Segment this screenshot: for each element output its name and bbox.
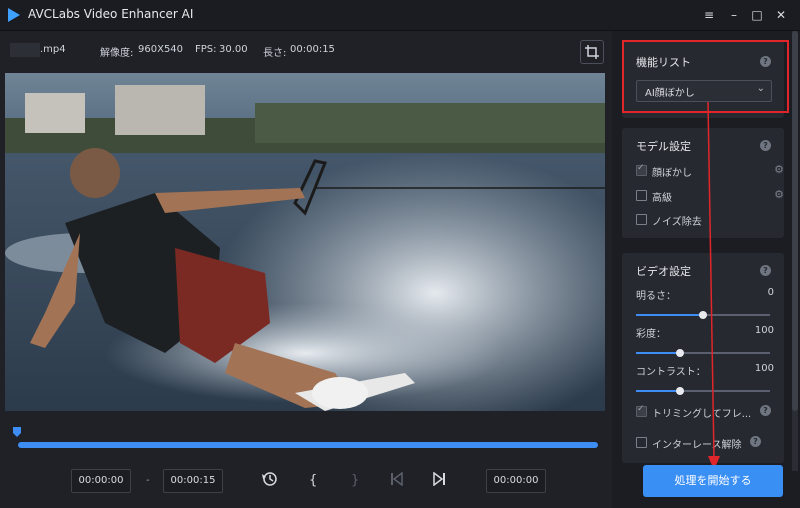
replay-icon[interactable]	[262, 471, 278, 491]
app-title: AVCLabs Video Enhancer AI	[28, 7, 194, 21]
help-icon[interactable]: ?	[760, 405, 771, 416]
saturation-label: 彩度：	[636, 329, 666, 340]
checkbox[interactable]	[636, 163, 647, 176]
start-processing-button[interactable]: 処理を開始する	[643, 465, 783, 497]
minimize-icon[interactable]: –	[725, 6, 743, 24]
menu-icon[interactable]: ≡	[700, 6, 718, 24]
contrast-value: 100	[754, 363, 774, 374]
resolution-label: 解像度:	[100, 48, 134, 59]
crop-button[interactable]	[580, 40, 604, 64]
help-icon[interactable]: ?	[760, 265, 771, 276]
crop-icon	[585, 45, 599, 59]
slider-knob[interactable]	[676, 387, 685, 395]
filename: .mp4	[40, 44, 66, 55]
checkbox[interactable]	[636, 404, 647, 417]
timeline[interactable]	[0, 415, 612, 455]
time-separator: -	[146, 475, 150, 486]
option-label: 顔ぼかし	[652, 168, 692, 179]
video-preview	[5, 73, 605, 411]
gear-icon[interactable]: ⚙	[774, 163, 784, 176]
help-icon[interactable]: ?	[760, 140, 771, 151]
slider-knob[interactable]	[676, 349, 685, 357]
previous-frame-icon[interactable]	[391, 471, 403, 490]
preview-pane: .mp4 解像度: 960X540 FPS: 30.00 長さ: 00:00:1…	[0, 31, 612, 508]
app-logo-icon	[8, 8, 20, 22]
next-frame-icon[interactable]	[433, 471, 445, 490]
contrast-label: コントラスト：	[636, 367, 706, 378]
playback-controls: 00:00:00 - 00:00:15 { } 00:00:00	[0, 461, 612, 508]
fps-value: 30.00	[219, 44, 248, 55]
timeline-progress-bar[interactable]	[18, 442, 598, 448]
brightness-value: 0	[767, 287, 774, 298]
mark-out-button[interactable]: }	[351, 473, 359, 488]
filename-redacted	[10, 43, 40, 57]
start-time-field[interactable]: 00:00:00	[71, 469, 131, 493]
maximize-icon[interactable]: □	[748, 6, 766, 24]
mark-in-button[interactable]: {	[309, 473, 317, 488]
length-value: 00:00:15	[290, 44, 335, 55]
gear-icon[interactable]: ⚙	[774, 188, 784, 201]
annotation-arrow	[707, 101, 720, 470]
video-info-bar: .mp4 解像度: 960X540 FPS: 30.00 長さ: 00:00:1…	[0, 31, 612, 71]
checkbox[interactable]	[636, 190, 647, 201]
end-time-field[interactable]: 00:00:15	[163, 469, 223, 493]
video-settings-title: ビデオ設定	[636, 265, 691, 278]
length-label: 長さ:	[263, 48, 287, 59]
close-icon[interactable]: ✕	[772, 6, 790, 24]
model-settings-title: モデル設定	[636, 140, 691, 153]
help-icon[interactable]: ?	[750, 436, 761, 447]
scrollbar-thumb[interactable]	[792, 31, 798, 411]
resolution-value: 960X540	[138, 44, 184, 55]
checkbox[interactable]	[636, 437, 647, 448]
playhead-marker-icon[interactable]	[12, 427, 22, 437]
current-time-field[interactable]: 00:00:00	[486, 469, 546, 493]
settings-scrollbar[interactable]	[792, 31, 798, 471]
saturation-value: 100	[754, 325, 774, 336]
brightness-label: 明るさ：	[636, 291, 676, 302]
fps-label: FPS:	[195, 44, 217, 55]
checkbox[interactable]	[636, 214, 647, 225]
title-bar: AVCLabs Video Enhancer AI ≡ – □ ✕	[0, 0, 800, 31]
option-label: ノイズ除去	[652, 217, 702, 228]
option-label: 高級	[652, 193, 672, 204]
